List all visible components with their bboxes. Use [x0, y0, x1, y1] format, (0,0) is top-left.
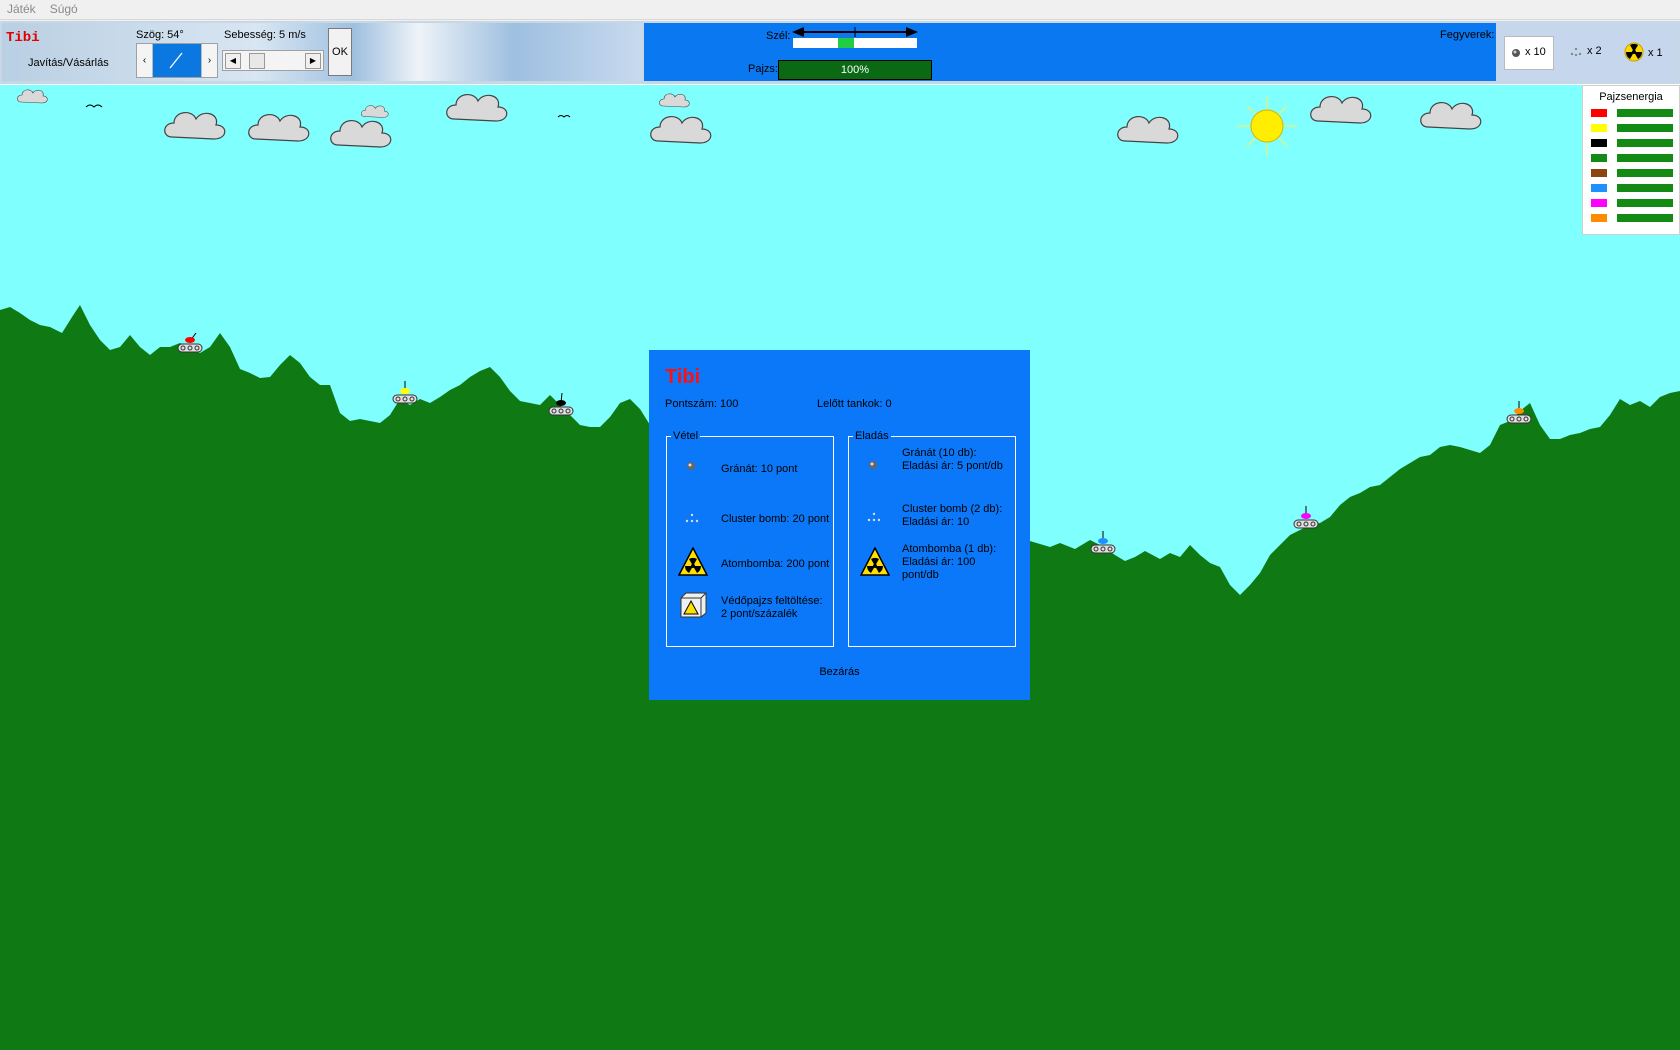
buy-group-label: Vétel	[671, 430, 701, 442]
shield-energy-bar	[1617, 139, 1673, 147]
sell-nuke-label-2: Eladási ár: 100	[902, 556, 976, 568]
angle-control: ‹ ›	[136, 43, 218, 78]
speed-slider-thumb[interactable]	[249, 53, 265, 69]
weapon-nuke[interactable]: x 1	[1620, 38, 1675, 68]
nuke-icon	[860, 547, 890, 576]
shield-energy-bar	[1617, 199, 1673, 207]
grenade-count: x 10	[1525, 46, 1546, 58]
speed-decrease-arrow[interactable]: ◀	[225, 53, 241, 69]
angle-decrease-button[interactable]: ‹	[137, 44, 153, 77]
shield-energy-row	[1591, 154, 1673, 162]
wind-gauge	[793, 38, 917, 48]
buy-shield-label-1: Védőpajzs feltöltése:	[721, 595, 823, 607]
player-color-swatch	[1591, 109, 1607, 117]
nuke-icon	[678, 547, 708, 576]
nuke-icon	[1624, 42, 1644, 62]
grenade-icon	[1512, 49, 1520, 57]
sell-nuke-label-1: Atombomba (1 db):	[902, 543, 997, 555]
kills-label: Lelőtt tankok: 0	[817, 398, 892, 410]
shop-dialog: Tibi Pontszám: 100 Lelőtt tankok: 0 Véte…	[649, 350, 1030, 700]
shield-progress-bar: 100%	[778, 60, 932, 80]
shield-energy-title: Pajzsenergia	[1599, 91, 1663, 103]
grenade-icon	[687, 462, 695, 470]
sell-grenade-label-2: Eladási ár: 5 pont/db	[902, 460, 1003, 472]
tank-magenta[interactable]	[1293, 506, 1319, 529]
player-color-swatch	[1591, 154, 1607, 162]
repair-shop-link[interactable]: Javítás/Vásárlás	[28, 57, 109, 69]
tank-blue[interactable]	[1090, 531, 1116, 554]
speed-increase-arrow[interactable]: ▶	[305, 53, 321, 69]
sell-cluster-label-2: Eladási ár: 10	[902, 516, 970, 528]
shield-energy-bar	[1617, 154, 1673, 162]
shield-recharge-icon	[680, 592, 707, 618]
sell-nuke-label-3: pont/db	[902, 569, 939, 581]
shield-energy-bar	[1617, 184, 1673, 192]
sell-group: Eladás Gránát (10 db): Eladási ár: 5 pon…	[848, 430, 1016, 647]
player-color-swatch	[1591, 214, 1607, 222]
buy-shield-label-2: 2 pont/százalék	[721, 608, 798, 620]
barrel-angle-icon	[169, 52, 183, 69]
nuke-count: x 1	[1648, 47, 1663, 59]
shield-energy-row	[1591, 124, 1673, 132]
shield-energy-bar	[1617, 214, 1673, 222]
sell-cluster-label-1: Cluster bomb (2 db):	[902, 503, 1003, 515]
buy-cluster-label: Cluster bomb: 20 pont	[721, 513, 830, 525]
player-color-swatch	[1591, 199, 1607, 207]
menu-help[interactable]: Súgó	[43, 0, 85, 16]
weapons-label: Fegyverek:	[1440, 29, 1495, 41]
cluster-bomb-icon	[867, 512, 881, 522]
buy-nuke-label: Atombomba: 200 pont	[721, 558, 830, 570]
wind-label: Szél:	[766, 30, 791, 42]
menu-bar: Játék Súgó	[0, 0, 1680, 20]
sun-icon	[1237, 96, 1297, 156]
shield-energy-bar	[1617, 124, 1673, 132]
weapon-grenade-selected[interactable]: x 10	[1504, 36, 1554, 70]
player-color-swatch	[1591, 124, 1607, 132]
menu-game[interactable]: Játék	[0, 0, 43, 16]
angle-display	[153, 44, 201, 77]
shield-energy-bar	[1617, 109, 1673, 117]
wind-arrows-icon	[792, 27, 918, 37]
shield-energy-row	[1591, 109, 1673, 117]
weapon-cluster-bomb[interactable]: x 2	[1565, 38, 1615, 68]
current-player-name: Tibi	[6, 30, 40, 46]
player-color-swatch	[1591, 169, 1607, 177]
shield-energy-bar	[1617, 169, 1673, 177]
shield-energy-row	[1591, 184, 1673, 192]
player-color-swatch	[1591, 184, 1607, 192]
cluster-bomb-icon	[1570, 47, 1582, 57]
tank-yellow[interactable]	[392, 381, 418, 404]
shield-label: Pajzs:	[748, 63, 778, 75]
close-button[interactable]: Bezárás	[649, 666, 1030, 678]
shield-energy-row	[1591, 139, 1673, 147]
shield-energy-row	[1591, 199, 1673, 207]
shop-player-name: Tibi	[665, 366, 701, 388]
shield-energy-row	[1591, 214, 1673, 222]
score-label: Pontszám: 100	[665, 398, 739, 410]
grenade-icon	[869, 461, 877, 469]
angle-label: Szög: 54°	[136, 29, 184, 41]
buy-grenade-label: Gránát: 10 pont	[721, 463, 798, 475]
speed-label: Sebesség: 5 m/s	[224, 29, 306, 41]
speed-scrollbar[interactable]: ◀ ▶	[222, 50, 324, 71]
angle-increase-button[interactable]: ›	[201, 44, 217, 77]
fire-ok-button[interactable]: OK	[328, 28, 352, 76]
sell-group-label: Eladás	[853, 430, 891, 442]
tank-red[interactable]	[177, 332, 203, 353]
cluster-bomb-icon	[685, 513, 699, 523]
buy-group: Vétel Gránát: 10 pont Cluster bomb: 20 p…	[666, 430, 834, 647]
cluster-bomb-count: x 2	[1587, 45, 1602, 57]
shield-energy-panel: Pajzsenergia	[1582, 85, 1680, 235]
sell-grenade-label-1: Gránát (10 db):	[902, 447, 977, 459]
shield-energy-row	[1591, 169, 1673, 177]
player-color-swatch	[1591, 139, 1607, 147]
wind-indicator	[838, 38, 854, 48]
